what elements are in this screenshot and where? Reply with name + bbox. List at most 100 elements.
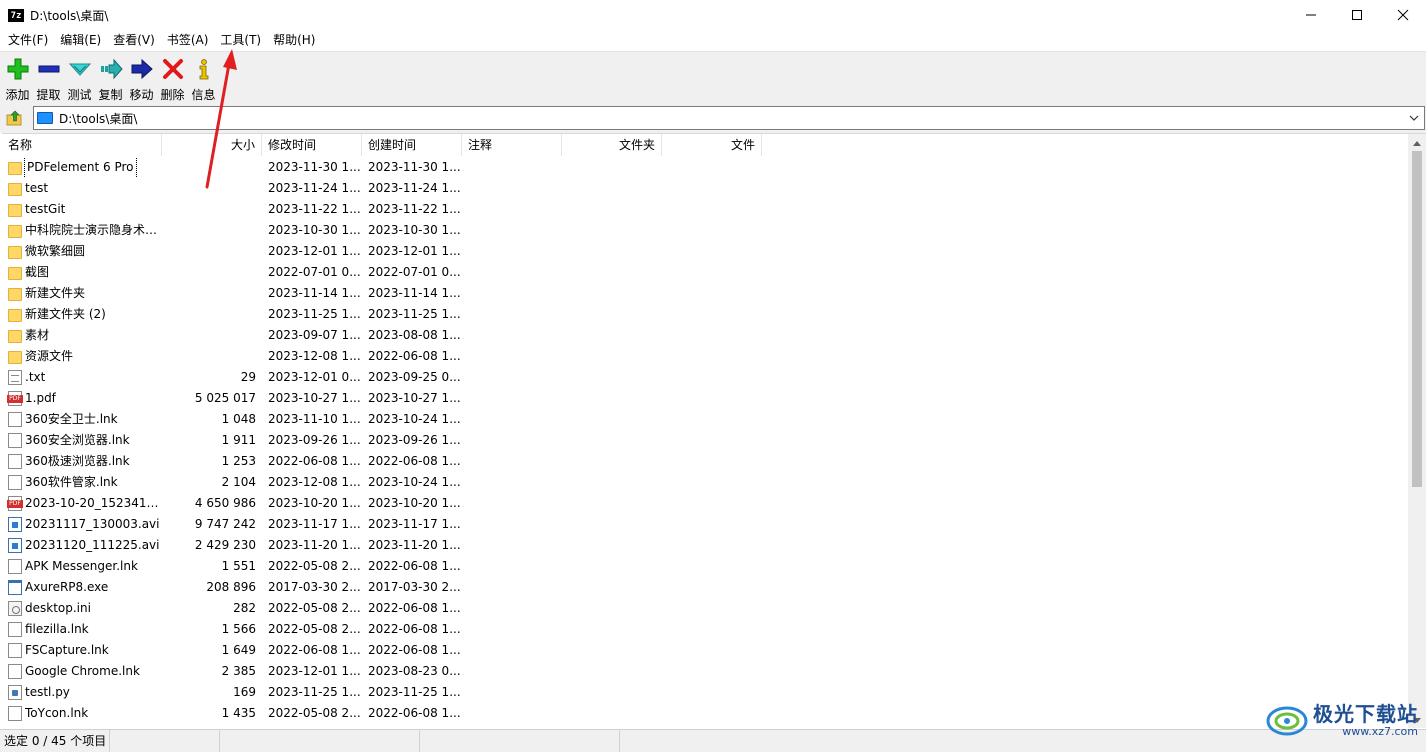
file-name-cell: APK Messenger.lnk [2, 556, 162, 577]
menu-file[interactable]: 文件(F) [2, 30, 54, 51]
up-folder-button[interactable] [3, 106, 27, 130]
file-row[interactable]: 360极速浏览器.lnk 1 253 2022-06-08 1... 2022-06-… [2, 451, 1406, 472]
column-created[interactable]: 创建时间 [362, 134, 462, 156]
file-name: filezilla.lnk [25, 622, 89, 636]
menu-edit[interactable]: 编辑(E) [54, 30, 107, 51]
status-cell-4 [420, 729, 620, 752]
menu-tools[interactable]: 工具(T) [214, 30, 267, 51]
file-created: 2023-10-27 1... [368, 391, 461, 405]
file-size [162, 325, 262, 346]
close-button[interactable] [1380, 0, 1426, 30]
test-button[interactable]: 测试 [64, 52, 95, 104]
file-name-cell: 素材 [2, 325, 162, 346]
column-modified[interactable]: 修改时间 [262, 134, 362, 156]
file-row[interactable]: 360安全卫士.lnk 1 048 2023-11-10 1... 2023-10-2… [2, 409, 1406, 430]
file-name-cell: .txt [2, 367, 162, 388]
file-row[interactable]: 新建文件夹 (2) 2023-11-25 1... 2023-11-25 1... [2, 304, 1406, 325]
file-size [162, 199, 262, 220]
file-row[interactable]: 360软件管家.lnk 2 104 2023-12-08 1... 2023-10-2… [2, 472, 1406, 493]
file-row[interactable]: filezilla.lnk 1 566 2022-05-08 2... 2022-06… [2, 619, 1406, 640]
scroll-up-button[interactable] [1408, 134, 1426, 151]
column-folders[interactable]: 文件夹 [562, 134, 662, 156]
file-size: 4 650 986 [194, 496, 256, 510]
file-name-cell: 新建文件夹 [2, 283, 162, 304]
menu-view[interactable]: 查看(V) [107, 30, 161, 51]
menu-bar: 文件(F) 编辑(E) 查看(V) 书签(A) 工具(T) 帮助(H) [0, 30, 1426, 51]
column-comment[interactable]: 注释 [462, 134, 562, 156]
file-file-icon [8, 706, 22, 721]
file-row[interactable]: FSCapture.lnk 1 649 2022-06-08 1... 2022-06… [2, 640, 1406, 661]
extract-button[interactable]: 提取 [33, 52, 64, 104]
file-modified: 2023-11-14 1... [268, 286, 361, 300]
file-rows: PDFelement 6 Pro 2023-11-30 1... 2023-11-3… [2, 157, 1406, 724]
minimize-button[interactable] [1288, 0, 1334, 30]
selection-status: 选定 0 / 45 个项目 [0, 729, 110, 752]
file-modified: 2023-11-20 1... [268, 538, 361, 552]
avi-file-icon [8, 538, 22, 553]
file-row[interactable]: test 2023-11-24 1... 2023-11-24 1... [2, 178, 1406, 199]
file-created: 2023-12-01 1... [368, 244, 461, 258]
file-name-cell: 新建文件夹 (2) [2, 304, 162, 325]
column-size[interactable]: 大小 [162, 134, 262, 156]
file-size: 208 896 [206, 580, 256, 594]
file-name-cell: 微软繁细圆 [2, 241, 162, 262]
file-row[interactable]: 1.pdf 5 025 017 2023-10-27 1... 2023-10-27 … [2, 388, 1406, 409]
folder-icon [8, 266, 22, 280]
file-row[interactable]: 20231120_111225.avi 2 429 230 2023-11-20 1… [2, 535, 1406, 556]
file-name: 2023-10-20_152341.pdf [25, 496, 160, 510]
file-row[interactable]: 素材 2023-09-07 1... 2023-08-08 1... [2, 325, 1406, 346]
add-button[interactable]: 添加 [2, 52, 33, 104]
file-modified: 2022-05-08 2... [268, 622, 361, 636]
menu-help[interactable]: 帮助(H) [267, 30, 321, 51]
file-name-cell: AxureRP8.exe [2, 577, 162, 598]
file-row[interactable]: testGit 2023-11-22 1... 2023-11-22 1... [2, 199, 1406, 220]
address-bar[interactable]: D:\tools\桌面\ [33, 106, 1425, 130]
file-file-icon [8, 643, 22, 658]
test-label: 测试 [67, 88, 92, 102]
file-created: 2023-10-24 1... [368, 475, 461, 489]
file-row[interactable]: Google Chrome.lnk 2 385 2023-12-01 1... 202… [2, 661, 1406, 682]
file-row[interactable]: .txt 29 2023-12-01 0... 2023-09-25 0... [2, 367, 1406, 388]
file-size: 1 566 [221, 622, 256, 636]
column-name[interactable]: 名称 [2, 134, 162, 156]
file-size: 2 385 [221, 664, 256, 678]
file-name-cell: 360极速浏览器.lnk [2, 451, 162, 472]
file-file-icon [8, 622, 22, 637]
delete-button[interactable]: 删除 [157, 52, 188, 104]
file-row[interactable]: 截图 2022-07-01 0... 2022-07-01 0... [2, 262, 1406, 283]
vertical-scrollbar[interactable] [1408, 134, 1426, 728]
scroll-thumb[interactable] [1412, 151, 1422, 487]
file-row[interactable]: 新建文件夹 2023-11-14 1... 2023-11-14 1... [2, 283, 1406, 304]
file-row[interactable]: 中科院院士演示隐身术_... 2023-10-30 1... 2023-10-30 … [2, 220, 1406, 241]
file-modified: 2022-05-08 2... [268, 601, 361, 615]
file-row[interactable]: PDFelement 6 Pro 2023-11-30 1... 2023-11-3… [2, 157, 1406, 178]
file-row[interactable]: 360安全浏览器.lnk 1 911 2023-09-26 1... 2023-09-… [2, 430, 1406, 451]
file-row[interactable]: 2023-10-20_152341.pdf 4 650 986 2023-10-20… [2, 493, 1406, 514]
file-created: 2022-06-08 1... [368, 349, 461, 363]
file-row[interactable]: 微软繁细圆 2023-12-01 1... 2023-12-01 1... [2, 241, 1406, 262]
file-row[interactable]: APK Messenger.lnk 1 551 2022-05-08 2... 202… [2, 556, 1406, 577]
menu-bookmarks[interactable]: 书签(A) [161, 30, 215, 51]
copy-button[interactable]: 复制 [95, 52, 126, 104]
info-icon [199, 59, 208, 80]
file-row[interactable]: AxureRP8.exe 208 896 2017-03-30 2... 2017-0… [2, 577, 1406, 598]
file-row[interactable]: testl.py 169 2023-11-25 1... 2023-11-25 1..… [2, 682, 1406, 703]
move-button[interactable]: 移动 [126, 52, 157, 104]
toolbar: 添加 提取 测试 复制 移动 删除 信息 [0, 51, 1426, 103]
status-cell-3 [220, 729, 420, 752]
file-row[interactable]: desktop.ini 282 2022-05-08 2... 2022-06-08 … [2, 598, 1406, 619]
chevron-down-icon[interactable] [1408, 111, 1420, 125]
file-name: 360安全浏览器.lnk [25, 433, 130, 447]
file-name: 360软件管家.lnk [25, 475, 118, 489]
maximize-button[interactable] [1334, 0, 1380, 30]
file-row[interactable]: 20231117_130003.avi 9 747 242 2023-11-17 1… [2, 514, 1406, 535]
file-name-cell: 360软件管家.lnk [2, 472, 162, 493]
file-row[interactable]: ToYcon.lnk 1 435 2022-05-08 2... 2022-06-08… [2, 703, 1406, 724]
file-size [162, 283, 262, 304]
info-button[interactable]: 信息 [188, 52, 219, 104]
file-name-cell: testl.py [2, 682, 162, 703]
file-row[interactable]: 资源文件 2023-12-08 1... 2022-06-08 1... [2, 346, 1406, 367]
chevron-up-icon [1413, 140, 1421, 146]
status-bar: 选定 0 / 45 个项目 [0, 729, 1426, 752]
column-files[interactable]: 文件 [662, 134, 762, 156]
